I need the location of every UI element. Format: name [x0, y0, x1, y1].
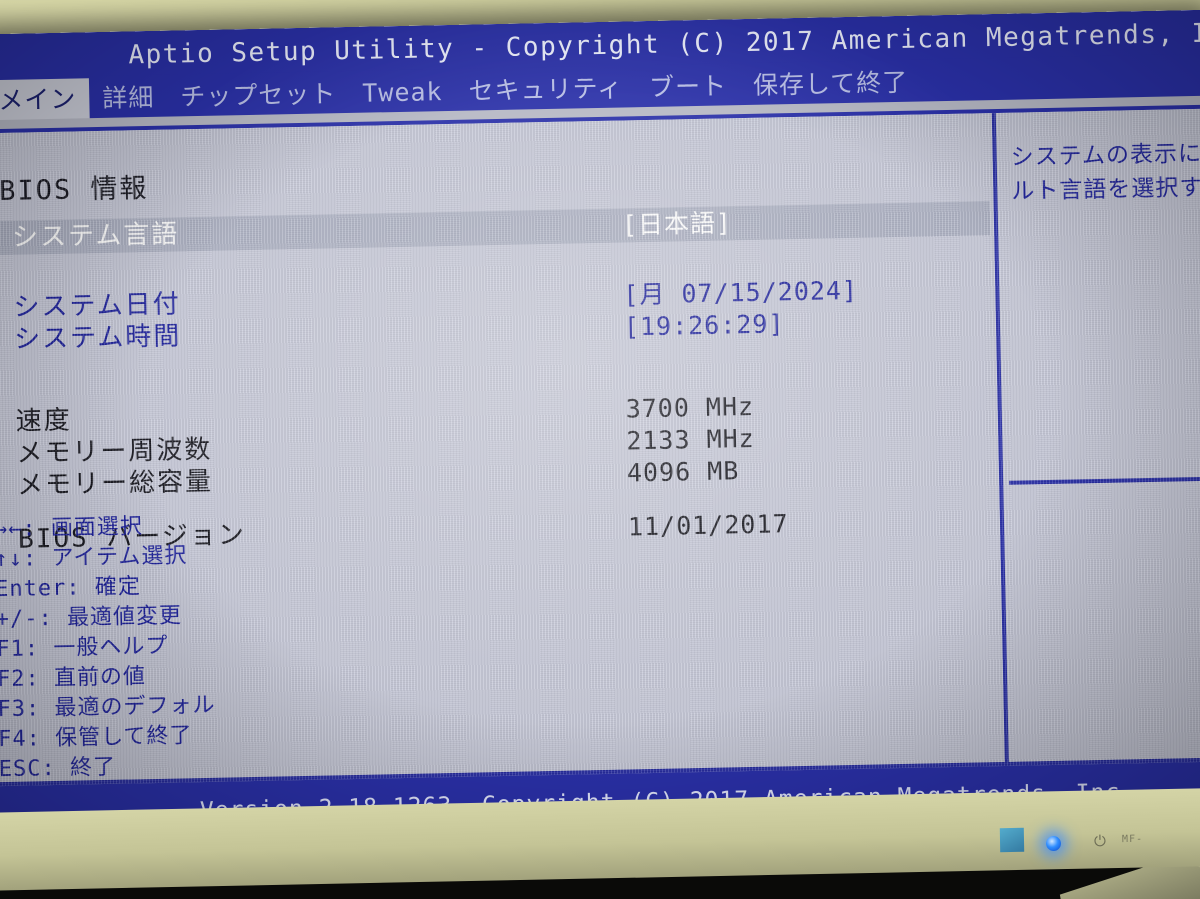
- photo-scene: Aptio Setup Utility - Copyright (C) 2017…: [0, 0, 1200, 899]
- key-f4-desc: 保管して終了: [54, 723, 193, 751]
- key-arrow-ud: ↑↓:: [0, 546, 38, 573]
- help-line-1: システムの表示に: [1010, 140, 1200, 171]
- key-arrow-lr-desc: 画面選択: [50, 514, 144, 542]
- label-cpu-speed: 速度: [15, 405, 73, 437]
- key-plusminus-label: +/-:: [0, 606, 53, 633]
- key-f2-label: F2:: [0, 666, 40, 693]
- tab-boot[interactable]: ブート: [636, 65, 741, 109]
- tab-main[interactable]: メイン: [0, 78, 90, 123]
- label-system-language: システム言語: [11, 219, 180, 253]
- key-f3-desc: 最適のデフォル: [54, 692, 216, 722]
- help-description: システムの表示に ルト言語を選択す: [1010, 136, 1200, 209]
- monitor-screen: Aptio Setup Utility - Copyright (C) 2017…: [0, 9, 1200, 845]
- tab-chipset[interactable]: チップセット: [167, 73, 350, 119]
- key-enter-label: Enter:: [0, 575, 81, 603]
- key-f1-label: F1:: [0, 636, 40, 663]
- value-system-language[interactable]: [日本語]: [622, 206, 733, 242]
- tab-save-exit[interactable]: 保存して終了: [740, 61, 922, 107]
- row-system-language[interactable]: システム言語 [日本語]: [0, 201, 991, 256]
- help-pane: システムの表示に ルト言語を選択す: [996, 109, 1200, 766]
- help-line-2: ルト言語を選択す: [1011, 174, 1200, 205]
- value-total-memory: 4096 MB: [626, 456, 740, 488]
- label-system-time: システム時間: [13, 321, 182, 355]
- key-esc: ESC: 終了: [0, 750, 259, 785]
- content-area: BIOS 情報 システム言語 [日本語] システム日付 [月 07/15/202…: [0, 108, 1200, 787]
- tab-tweak[interactable]: Tweak: [349, 71, 456, 115]
- key-legend: →←: 画面選択 ↑↓: アイテム選択 Enter: 確定 +/-: 最適値変更…: [0, 510, 259, 785]
- page-title: BIOS 情報: [0, 173, 149, 208]
- label-total-memory: メモリー総容量: [16, 466, 214, 501]
- bios-setup-utility: Aptio Setup Utility - Copyright (C) 2017…: [0, 9, 1200, 845]
- key-arrow-ud-desc: アイテム選択: [51, 543, 188, 572]
- key-f2-desc: 直前の値: [53, 664, 147, 692]
- key-f4-label: F4:: [0, 726, 42, 753]
- key-arrow-lr: →←:: [0, 516, 37, 543]
- monitor-brand-label: MF-: [1121, 833, 1144, 846]
- key-f1-desc: 一般ヘルプ: [53, 633, 169, 662]
- key-f3-label: F3:: [0, 696, 41, 723]
- value-memory-frequency: 2133 MHz: [625, 423, 755, 456]
- key-plusminus-desc: 最適値変更: [66, 603, 183, 631]
- tab-advanced[interactable]: 詳細: [89, 77, 168, 121]
- value-system-time[interactable]: [19:26:29]: [624, 307, 785, 344]
- value-bios-version: 11/01/2017: [627, 509, 789, 542]
- tab-security[interactable]: セキュリティ: [455, 67, 636, 113]
- bezel-sticker: [999, 827, 1025, 853]
- power-button-icon[interactable]: ⏻: [1092, 832, 1108, 850]
- value-cpu-speed: 3700 MHz: [625, 391, 755, 424]
- key-esc-desc: 終了: [69, 754, 117, 781]
- key-esc-label: ESC:: [0, 755, 56, 783]
- key-enter-desc: 確定: [94, 574, 142, 601]
